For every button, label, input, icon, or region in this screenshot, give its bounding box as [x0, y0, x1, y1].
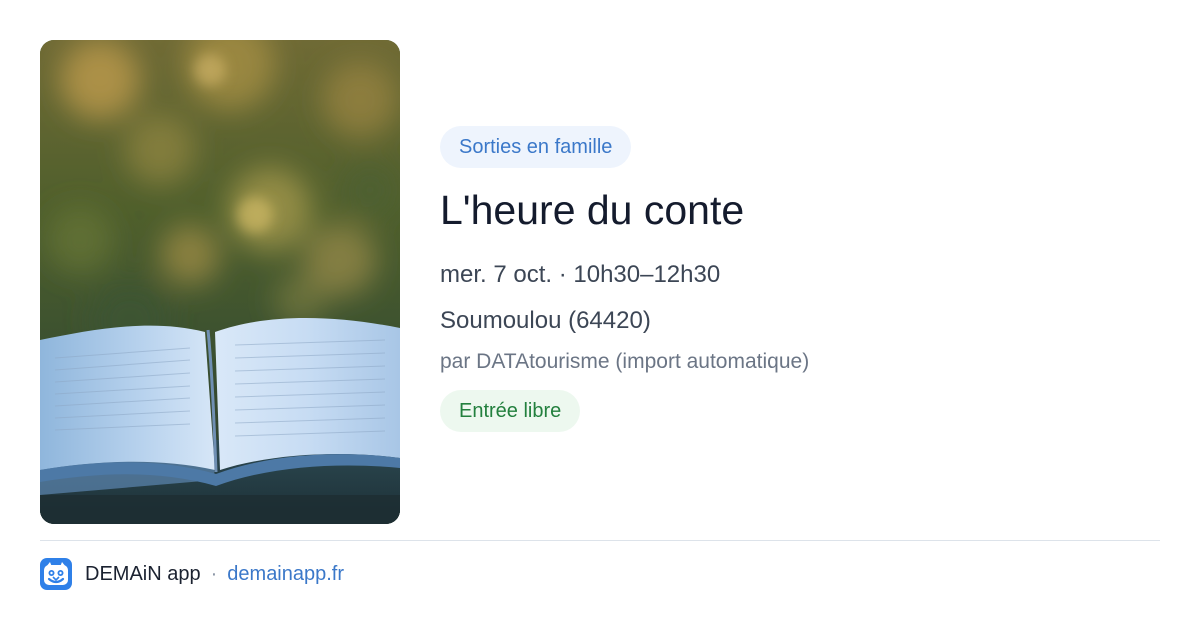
event-photo: [40, 40, 400, 524]
event-info: Sorties en famille L'heure du conte mer.…: [440, 126, 1160, 432]
footer-separator: ·: [210, 562, 218, 585]
category-badge: Sorties en famille: [440, 126, 632, 168]
event-title: L'heure du conte: [440, 187, 745, 233]
app-name: DEMAiN app: [85, 562, 201, 585]
event-organizer: par DATAtourisme (import automatique): [440, 350, 810, 373]
price-badge: Entrée libre: [440, 390, 581, 432]
footer: DEMAiN app · demainapp.fr: [40, 557, 344, 591]
event-share-card: Sorties en famille L'heure du conte mer.…: [0, 0, 1200, 630]
event-datetime: mer. 7 oct. · 10h30–12h30: [440, 261, 721, 288]
event-location: Soumoulou (64420): [440, 307, 651, 334]
footer-divider: [40, 540, 1160, 541]
demain-logo-icon: [40, 558, 72, 590]
app-website-link[interactable]: demainapp.fr: [227, 563, 344, 586]
